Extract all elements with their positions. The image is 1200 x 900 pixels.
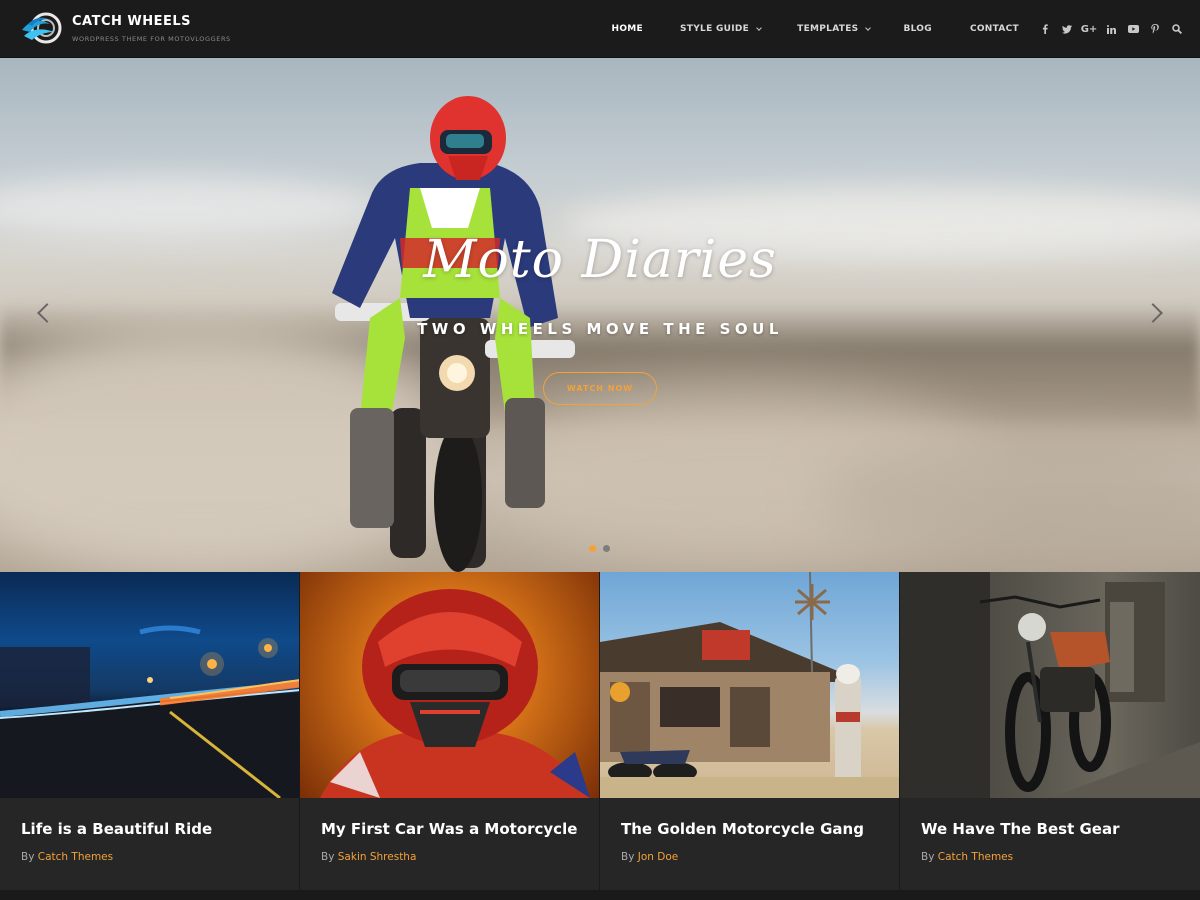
chevron-down-icon — [865, 24, 872, 31]
post-card[interactable]: Life is a Beautiful Ride By Catch Themes — [0, 572, 300, 890]
twitter-icon[interactable] — [1056, 24, 1078, 34]
post-title[interactable]: We Have The Best Gear — [921, 820, 1180, 839]
site-tagline: WORDPRESS THEME FOR MOTOVLOGGERS — [72, 34, 231, 43]
hero-title: Moto Diaries — [423, 230, 777, 290]
chevron-down-icon — [756, 24, 762, 31]
nav-item-contact[interactable]: CONTACT — [970, 24, 1019, 34]
social-links: G+ — [1034, 24, 1188, 35]
post-meta: By Catch Themes — [921, 851, 1180, 863]
site-title[interactable]: CATCH WHEELS — [72, 14, 231, 30]
slider-pagination — [589, 545, 610, 552]
post-author-link[interactable]: Jon Doe — [638, 851, 678, 863]
post-thumbnail[interactable] — [600, 572, 899, 798]
slider-dot-1[interactable] — [589, 545, 596, 552]
featured-posts: Life is a Beautiful Ride By Catch Themes — [0, 572, 1200, 890]
post-body: We Have The Best Gear By Catch Themes — [900, 798, 1200, 890]
site-header: CATCH WHEELS WORDPRESS THEME FOR MOTOVLO… — [0, 0, 1200, 58]
search-icon[interactable] — [1166, 24, 1188, 34]
hero-subtitle: TWO WHEELS MOVE THE SOUL — [417, 320, 783, 338]
post-meta: By Sakin Shrestha — [321, 851, 579, 863]
post-by-label: By — [321, 851, 335, 863]
post-author-link[interactable]: Catch Themes — [938, 851, 1013, 863]
post-thumbnail[interactable] — [300, 572, 599, 798]
post-meta: By Jon Doe — [621, 851, 879, 863]
post-card[interactable]: My First Car Was a Motorcycle By Sakin S… — [300, 572, 600, 890]
post-title[interactable]: My First Car Was a Motorcycle — [321, 820, 579, 839]
post-meta: By Catch Themes — [21, 851, 279, 863]
nav-item-label: TEMPLATES — [797, 24, 859, 34]
post-thumbnail[interactable] — [0, 572, 299, 798]
post-thumbnail[interactable] — [900, 572, 1200, 798]
facebook-icon[interactable] — [1034, 24, 1056, 34]
nav-item-label: HOME — [611, 24, 643, 34]
nav-item-style-guide[interactable]: STYLE GUIDE — [680, 24, 762, 34]
post-title[interactable]: The Golden Motorcycle Gang — [621, 820, 879, 839]
post-body: My First Car Was a Motorcycle By Sakin S… — [300, 798, 599, 890]
post-by-label: By — [21, 851, 35, 863]
nav-item-label: STYLE GUIDE — [680, 24, 750, 34]
post-author-link[interactable]: Sakin Shrestha — [338, 851, 417, 863]
site-branding[interactable]: CATCH WHEELS WORDPRESS THEME FOR MOTOVLO… — [20, 10, 231, 46]
post-card[interactable]: The Golden Motorcycle Gang By Jon Doe — [600, 572, 900, 890]
nav-item-blog[interactable]: BLOG — [903, 24, 932, 34]
google-plus-icon[interactable]: G+ — [1078, 24, 1100, 35]
post-body: Life is a Beautiful Ride By Catch Themes — [0, 798, 299, 890]
post-by-label: By — [921, 851, 935, 863]
wheel-wave-logo[interactable] — [20, 10, 64, 46]
nav-item-label: CONTACT — [969, 24, 1019, 34]
nav-item-home[interactable]: HOME — [612, 24, 644, 34]
youtube-icon[interactable] — [1122, 25, 1144, 33]
nav-item-templates[interactable]: TEMPLATES — [797, 24, 872, 34]
post-body: The Golden Motorcycle Gang By Jon Doe — [600, 798, 899, 890]
linkedin-icon[interactable] — [1100, 24, 1122, 34]
pinterest-icon[interactable] — [1144, 24, 1166, 34]
slider-dot-2[interactable] — [603, 545, 610, 552]
nav-item-label: BLOG — [903, 24, 932, 34]
footer-edge — [0, 890, 1200, 900]
post-card[interactable]: We Have The Best Gear By Catch Themes — [900, 572, 1200, 890]
post-author-link[interactable]: Catch Themes — [38, 851, 113, 863]
main-navigation: HOME STYLE GUIDE TEMPLATES BLOG CONTACT … — [612, 0, 1200, 58]
watch-now-button[interactable]: WATCH NOW — [543, 372, 657, 405]
hero-slider: Moto Diaries TWO WHEELS MOVE THE SOUL WA… — [0, 58, 1200, 572]
post-by-label: By — [621, 851, 635, 863]
post-title[interactable]: Life is a Beautiful Ride — [21, 820, 279, 839]
